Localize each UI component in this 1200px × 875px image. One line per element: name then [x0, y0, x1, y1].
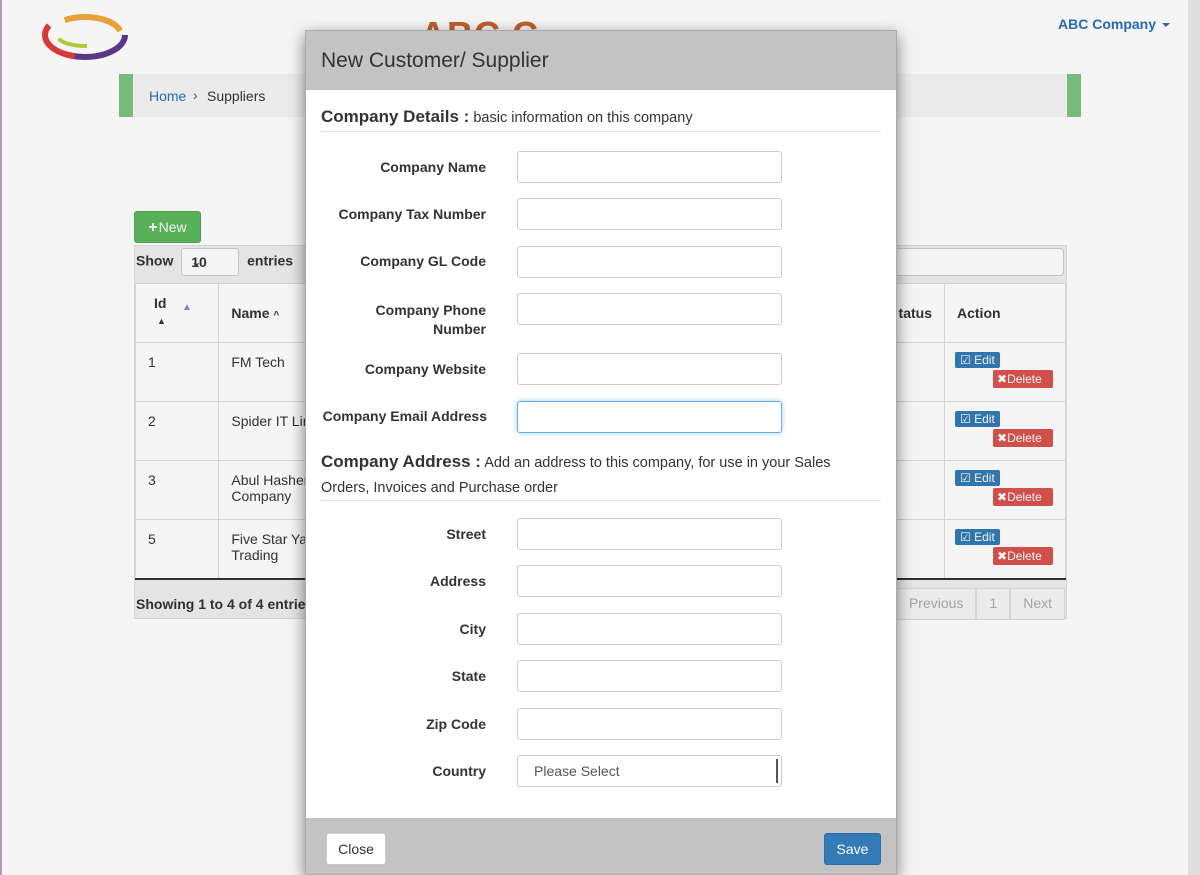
company-gl-code-label: Company GL Code: [360, 253, 486, 269]
company-gl-code-input[interactable]: [517, 246, 782, 278]
state-input[interactable]: [517, 660, 782, 692]
close-button[interactable]: Close: [326, 833, 386, 865]
zip-code-input[interactable]: [517, 708, 782, 740]
company-address-heading: Company Address :: [321, 452, 481, 471]
street-label: Street: [446, 526, 486, 542]
company-details-section: Company Details : basic information on t…: [321, 107, 881, 132]
company-details-heading: Company Details :: [321, 107, 470, 126]
save-button[interactable]: Save: [824, 833, 881, 865]
city-label: City: [459, 621, 486, 637]
company-tax-number-label: Company Tax Number: [338, 206, 486, 222]
state-label: State: [451, 668, 486, 684]
modal-title: New Customer/ Supplier: [321, 49, 549, 72]
country-select[interactable]: Please Select: [517, 755, 782, 787]
company-phone-input[interactable]: [517, 293, 782, 325]
company-email-label: Company Email Address: [322, 408, 487, 424]
address-label: Address: [429, 573, 486, 589]
address-input[interactable]: [517, 565, 782, 597]
company-email-input[interactable]: [517, 401, 782, 433]
country-select-value: Please Select: [534, 763, 620, 779]
company-website-input[interactable]: [517, 353, 782, 385]
modal-footer: Close Save: [306, 818, 896, 874]
street-input[interactable]: [517, 518, 782, 550]
select-arrow-icon: [776, 759, 780, 783]
modal-header: New Customer/ Supplier: [306, 31, 896, 90]
company-name-input[interactable]: [517, 151, 782, 183]
city-input[interactable]: [517, 613, 782, 645]
company-tax-number-input[interactable]: [517, 198, 782, 230]
company-details-desc: basic information on this company: [473, 110, 693, 126]
company-name-label: Company Name: [380, 159, 486, 175]
country-label: Country: [432, 763, 486, 779]
company-phone-label: Company Phone Number: [375, 302, 486, 337]
new-supplier-modal: New Customer/ Supplier Company Details :…: [305, 30, 897, 875]
zip-code-label: Zip Code: [426, 716, 486, 732]
company-address-section: Company Address : Add an address to this…: [321, 449, 881, 501]
company-website-label: Company Website: [364, 361, 486, 377]
